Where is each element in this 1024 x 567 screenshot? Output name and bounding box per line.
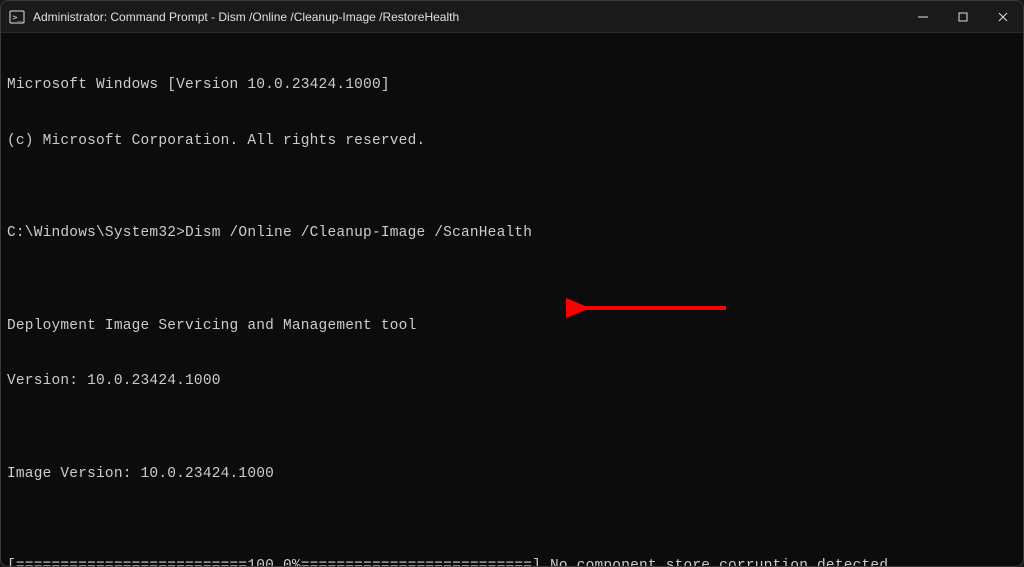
output-line: Version: 10.0.23424.1000 [7, 372, 1017, 391]
output-line: Image Version: 10.0.23424.1000 [7, 465, 1017, 484]
window-title: Administrator: Command Prompt - Dism /On… [33, 10, 459, 24]
terminal-output[interactable]: Microsoft Windows [Version 10.0.23424.10… [1, 33, 1023, 566]
minimize-button[interactable] [915, 9, 931, 25]
close-button[interactable] [995, 9, 1011, 25]
prompt-line: C:\Windows\System32>Dism /Online /Cleanu… [7, 224, 1017, 243]
titlebar[interactable]: >_ Administrator: Command Prompt - Dism … [1, 1, 1023, 33]
svg-text:>_: >_ [13, 13, 23, 22]
output-line: (c) Microsoft Corporation. All rights re… [7, 132, 1017, 151]
output-line: Deployment Image Servicing and Managemen… [7, 317, 1017, 336]
command-prompt-icon: >_ [9, 9, 25, 25]
titlebar-left: >_ Administrator: Command Prompt - Dism … [9, 9, 459, 25]
progress-line: [==========================100.0%=======… [7, 557, 1017, 566]
command-prompt-window: >_ Administrator: Command Prompt - Dism … [0, 0, 1024, 567]
maximize-button[interactable] [955, 9, 971, 25]
output-line: Microsoft Windows [Version 10.0.23424.10… [7, 76, 1017, 95]
window-controls [915, 9, 1011, 25]
